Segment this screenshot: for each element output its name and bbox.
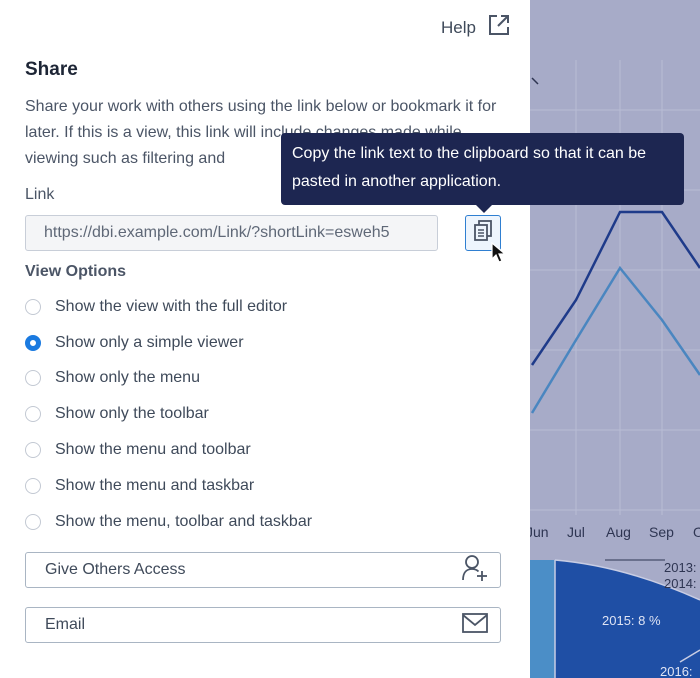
background-dashboard: Jun Jul Aug Sep O 2013: 2014: 2015: 8 % … <box>530 0 700 678</box>
month-label: Jun <box>530 524 549 540</box>
link-label: Link <box>25 186 55 203</box>
view-option[interactable]: Show only the toolbar <box>25 396 312 432</box>
pie-label: 2016: <box>660 664 693 678</box>
mouse-cursor-icon <box>491 241 507 269</box>
pie-label: 2013: <box>664 560 697 575</box>
radio-button[interactable] <box>25 442 41 459</box>
view-option[interactable]: Show the menu, toolbar and taskbar <box>25 504 312 540</box>
view-option-label: Show only the toolbar <box>55 405 209 423</box>
view-option-label: Show only a simple viewer <box>55 333 244 351</box>
view-option[interactable]: Show only a simple viewer <box>25 325 312 361</box>
view-option-label: Show the menu and taskbar <box>55 476 255 494</box>
external-link-icon <box>488 14 510 41</box>
view-options-list: Show the view with the full editor Show … <box>25 289 312 540</box>
view-option-label: Show the view with the full editor <box>55 297 288 315</box>
month-label: Jul <box>567 524 585 540</box>
mail-icon <box>462 612 488 638</box>
radio-button[interactable] <box>25 477 41 494</box>
page-title: Share <box>25 59 78 80</box>
radio-button-selected[interactable] <box>25 334 41 351</box>
radio-button[interactable] <box>25 406 41 423</box>
month-label: O <box>693 524 700 540</box>
copy-link-tooltip: Copy the link text to the clipboard so t… <box>281 133 684 213</box>
radio-button[interactable] <box>25 513 41 530</box>
give-others-access-button[interactable]: Give Others Access <box>25 552 501 588</box>
month-label: Aug <box>606 524 631 540</box>
share-panel: Help Share Share your work with others u… <box>0 0 530 678</box>
pie-label: 2014: <box>664 576 697 591</box>
view-option[interactable]: Show the menu and taskbar <box>25 468 312 504</box>
copy-icon <box>473 219 493 247</box>
give-access-label: Give Others Access <box>45 561 186 578</box>
help-link[interactable]: Help <box>441 14 510 41</box>
view-options-heading: View Options <box>25 263 127 280</box>
help-label: Help <box>441 17 476 37</box>
email-label: Email <box>45 616 86 633</box>
radio-button[interactable] <box>25 298 41 315</box>
view-option[interactable]: Show only the menu <box>25 361 312 397</box>
add-user-icon <box>462 554 488 587</box>
view-option-label: Show only the menu <box>55 369 200 387</box>
view-option[interactable]: Show the view with the full editor <box>25 289 312 325</box>
view-option-label: Show the menu and toolbar <box>55 441 251 459</box>
email-button[interactable]: Email <box>25 607 501 643</box>
view-option[interactable]: Show the menu and toolbar <box>25 432 312 468</box>
link-field[interactable] <box>25 215 438 251</box>
radio-button[interactable] <box>25 370 41 387</box>
view-option-label: Show the menu, toolbar and taskbar <box>55 512 313 530</box>
month-label: Sep <box>649 524 674 540</box>
pie-label: 2015: 8 % <box>602 613 661 628</box>
